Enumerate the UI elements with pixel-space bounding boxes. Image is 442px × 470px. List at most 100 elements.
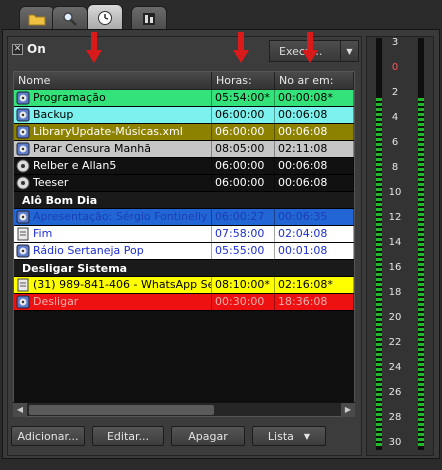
meter-segment — [376, 243, 382, 246]
meter-segment — [418, 188, 424, 191]
cell-nome-text: Desligar — [33, 295, 79, 308]
cell-nome: Backup — [14, 107, 212, 123]
meter-segment — [376, 188, 382, 191]
cell-nome: (31) 989-841-406 - WhatsApp Ser... — [14, 277, 212, 293]
table-row[interactable]: Programação 05:54:00* 00:00:08* — [14, 90, 354, 107]
meter-segment — [418, 378, 424, 381]
meter-segment — [418, 283, 424, 286]
meter-segment — [418, 288, 424, 291]
cell-nome-text: Relber e Allan5 — [33, 159, 117, 172]
meter-segment — [418, 403, 424, 406]
meter-segment — [376, 293, 382, 296]
meter-segment — [418, 418, 424, 421]
meter-segment — [376, 403, 382, 406]
column-header-nome[interactable]: Nome — [14, 72, 212, 89]
group-header[interactable]: Alô Bom Dia — [14, 192, 354, 209]
meter-segment — [376, 283, 382, 286]
meter-scale-label: 12 — [388, 212, 402, 223]
meter-segment — [418, 218, 424, 221]
scroll-thumb[interactable] — [29, 404, 214, 415]
file-icon — [16, 227, 30, 241]
meter-segment — [418, 393, 424, 396]
meter-segment — [376, 253, 382, 256]
meter-segment — [376, 303, 382, 306]
table-row[interactable]: Apresentação: Sérgio Fontinelly - ... 06:… — [14, 209, 354, 226]
scroll-left-button[interactable]: ◀ — [13, 402, 27, 417]
tab-search[interactable] — [52, 6, 88, 30]
playlist-icon — [16, 142, 30, 156]
meter-segment — [376, 308, 382, 311]
meter-scale-label: 20 — [388, 312, 402, 323]
meter-segment — [376, 178, 382, 181]
meter-segment — [418, 423, 424, 426]
horizontal-scrollbar[interactable]: ◀ ▶ — [13, 402, 355, 417]
column-header-no-ar-em[interactable]: No ar em: — [275, 72, 354, 89]
cell-nome: Relber e Allan5 — [14, 158, 212, 174]
scroll-right-button[interactable]: ▶ — [341, 402, 355, 417]
delete-button[interactable]: Apagar — [171, 426, 245, 446]
meter-segment — [376, 443, 382, 446]
table-row[interactable]: (31) 989-841-406 - WhatsApp Ser... 08:10:… — [14, 277, 354, 294]
table-row[interactable]: LibraryUpdate-Músicas.xml 06:00:00 00:06:0… — [14, 124, 354, 141]
group-header[interactable]: Desligar Sistema — [14, 260, 354, 277]
edit-button[interactable]: Editar... — [92, 426, 164, 446]
playlist-icon — [16, 210, 30, 224]
meter-segment — [418, 328, 424, 331]
table-row[interactable]: Rádio Sertaneja Pop 05:55:00 00:01:08 — [14, 243, 354, 260]
meter-segment — [376, 408, 382, 411]
meter-segment — [376, 413, 382, 416]
tab-mixer[interactable] — [131, 6, 167, 30]
meter-segment — [418, 363, 424, 366]
table-row[interactable]: Parar Censura Manhã 08:05:00 02:11:08 — [14, 141, 354, 158]
table-row[interactable]: Backup 06:00:00 00:06:08 — [14, 107, 354, 124]
meter-segment — [376, 313, 382, 316]
table-row[interactable]: Relber e Allan5 06:00:00 00:06:08 — [14, 158, 354, 175]
cell-no-ar-em: 00:00:08* — [275, 90, 354, 106]
meter-segment — [418, 268, 424, 271]
cell-horas: 05:54:00* — [212, 90, 275, 106]
cell-horas: 00:30:00 — [212, 294, 275, 310]
meter-segment — [376, 103, 382, 106]
meter-segment — [418, 318, 424, 321]
table-header: Nome Horas: No ar em: — [14, 72, 354, 90]
table-row[interactable]: Fim 07:58:00 02:04:08 — [14, 226, 354, 243]
cell-nome-text: (31) 989-841-406 - WhatsApp Ser... — [33, 278, 212, 291]
chevron-down-icon[interactable]: ▼ — [340, 41, 358, 61]
meter-segment — [418, 343, 424, 346]
meter-segment — [418, 183, 424, 186]
list-button[interactable]: Lista ▼ — [252, 426, 326, 446]
mixer-icon — [143, 12, 155, 25]
meter-segment — [418, 243, 424, 246]
meter-segment — [376, 248, 382, 251]
add-button[interactable]: Adicionar... — [11, 426, 85, 446]
cell-nome: Desligar — [14, 294, 212, 310]
meter-scale-label: 8 — [391, 162, 399, 173]
meter-segment — [418, 303, 424, 306]
cell-horas: 06:00:27 — [212, 209, 275, 225]
on-toggle[interactable]: ✕ On — [12, 42, 46, 56]
meter-scale-label: 0 — [391, 62, 399, 73]
meter-segment — [376, 118, 382, 121]
meter-segment — [418, 278, 424, 281]
tab-schedule[interactable] — [87, 4, 123, 30]
meter-segment — [418, 143, 424, 146]
cell-no-ar-em: 02:16:08* — [275, 277, 354, 293]
column-header-horas[interactable]: Horas: — [212, 72, 275, 89]
scroll-track[interactable] — [27, 403, 341, 417]
cell-no-ar-em: 00:06:08 — [275, 107, 354, 123]
meter-segment — [418, 213, 424, 216]
table-row[interactable]: Teeser 06:00:00 00:06:08 — [14, 175, 354, 192]
table-row[interactable]: Desligar 00:30:00 18:36:08 — [14, 294, 354, 311]
clock-icon — [98, 10, 112, 25]
meter-segment — [418, 138, 424, 141]
meter-segment — [418, 313, 424, 316]
list-button-label: Lista — [267, 429, 294, 443]
cell-nome: LibraryUpdate-Músicas.xml — [14, 124, 212, 140]
meter-segment — [418, 293, 424, 296]
playlist-icon — [16, 125, 30, 139]
tab-files[interactable] — [19, 6, 55, 30]
meter-segment — [376, 143, 382, 146]
meter-scale-label: 16 — [388, 262, 402, 273]
meter-segment — [418, 353, 424, 356]
toggle-checkbox[interactable]: ✕ — [12, 43, 23, 55]
